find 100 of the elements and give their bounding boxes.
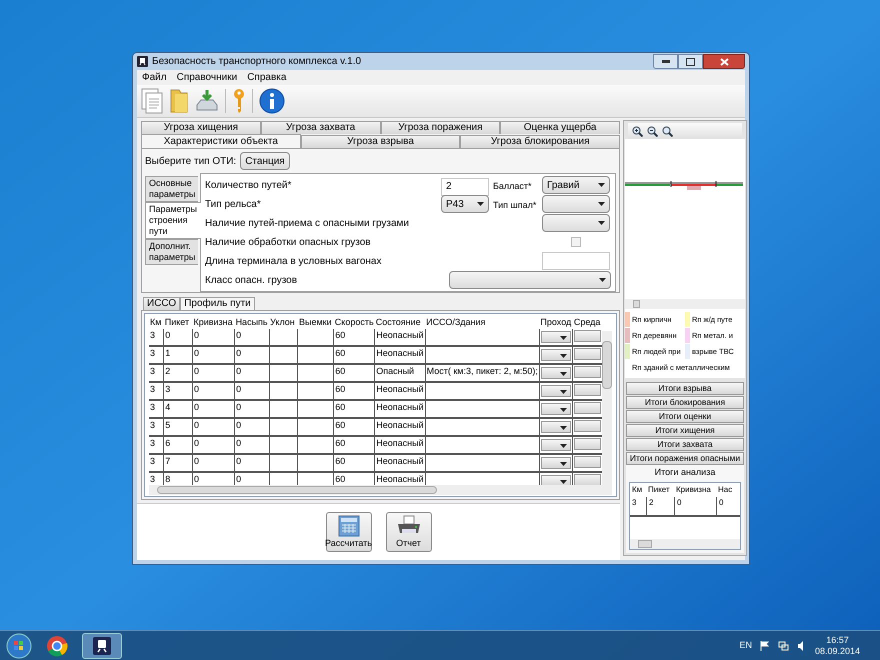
folder-icon[interactable] (169, 88, 189, 114)
table-cell: 0 (234, 400, 270, 418)
input-field[interactable] (542, 252, 610, 270)
clock-date[interactable]: 08.09.2014 (814, 646, 860, 656)
tab[interactable]: Профиль пути (180, 297, 255, 310)
zoom-out-icon[interactable] (647, 126, 658, 136)
dropdown[interactable] (540, 457, 572, 469)
cell-button[interactable] (574, 348, 602, 360)
menu-item[interactable]: Справка (247, 70, 286, 85)
language-indicator[interactable]: EN (739, 638, 752, 652)
table-cell (269, 346, 298, 364)
clock-time[interactable]: 16:57 (826, 634, 849, 646)
checkbox[interactable] (571, 237, 581, 247)
table-cell: 6 (164, 436, 192, 454)
tab[interactable]: Угроза взрыва (300, 135, 460, 148)
cell-button[interactable] (574, 474, 602, 486)
start-button[interactable] (6, 632, 32, 658)
table-cell: 60 (334, 400, 375, 418)
menu-item[interactable]: Файл (142, 70, 167, 85)
table-cell: Неопасный (374, 454, 426, 472)
tab[interactable]: Угроза хищения (141, 121, 261, 134)
table-cell (298, 346, 334, 364)
maximize-button[interactable] (678, 54, 703, 69)
table-cell: 3 (149, 329, 164, 346)
action-button[interactable]: Отчет (386, 512, 432, 552)
dropdown[interactable] (540, 385, 572, 397)
table-cell (269, 418, 298, 436)
side-tab[interactable]: Дополнит. параметры (145, 239, 198, 265)
table-cell: 0 (234, 329, 270, 346)
menu-item[interactable]: Справочники (176, 70, 238, 85)
side-tab[interactable]: Параметры строения пути (145, 202, 201, 239)
dropdown[interactable] (540, 349, 572, 361)
cell-button[interactable] (574, 330, 602, 342)
tab[interactable]: Угроза блокирования (460, 135, 620, 148)
info-icon[interactable] (259, 88, 285, 114)
network-icon[interactable] (778, 640, 789, 650)
dropdown[interactable] (540, 439, 572, 451)
table-cell (298, 364, 334, 382)
browser-icon[interactable] (46, 634, 68, 656)
table-cell: 5 (164, 418, 192, 436)
dropdown[interactable] (540, 367, 572, 379)
table-cell: Неопасный (374, 329, 426, 346)
results-button[interactable]: Итоги блокирования (626, 396, 744, 409)
cell-button[interactable] (574, 456, 602, 468)
results-button[interactable]: Итоги взрыва (626, 382, 744, 395)
cell-button[interactable] (574, 366, 602, 378)
table-cell-text: 3 (631, 497, 638, 509)
tab[interactable]: ИССО (143, 297, 180, 310)
dropdown[interactable] (540, 475, 572, 486)
tab[interactable]: Угроза захвата (260, 121, 380, 134)
minimize-icon (662, 60, 670, 63)
results-button[interactable]: Итоги поражения опасными (626, 452, 744, 465)
drive-download-icon[interactable] (195, 89, 219, 113)
field-label: Количество путей* (205, 178, 292, 192)
table-cell: 60 (334, 364, 375, 382)
tab[interactable]: Угроза поражения (380, 121, 500, 134)
taskbar-app-button[interactable] (82, 632, 122, 658)
cell-button[interactable] (574, 402, 602, 414)
horizontal-scrollbar[interactable] (630, 539, 740, 549)
action-button[interactable]: Рассчитать (326, 512, 372, 552)
horizontal-scrollbar[interactable] (149, 485, 612, 495)
cell-button[interactable] (574, 384, 602, 396)
document-icon[interactable] (141, 88, 163, 114)
vertical-scrollbar[interactable] (602, 331, 612, 486)
dropdown[interactable] (540, 331, 572, 343)
flag-icon[interactable] (760, 640, 770, 650)
cell-button[interactable] (574, 438, 602, 450)
field-label: Длина терминала в условных вагонах (205, 254, 382, 268)
column-header: Проход (539, 315, 573, 329)
field-label: Класс опасн. грузов (205, 274, 298, 288)
input-field[interactable]: 2 (441, 178, 489, 196)
window-title: Безопасность транспортного комплекса v.1.0 (152, 55, 362, 69)
column-header: Км (631, 484, 644, 496)
tab[interactable]: Оценка ущерба (500, 121, 620, 134)
results-button[interactable]: Итоги хищения (626, 424, 744, 437)
tab[interactable]: Характеристики объекта (141, 134, 301, 148)
dropdown[interactable] (540, 421, 572, 433)
table-cell: 2 (164, 364, 192, 382)
cell-button[interactable] (574, 420, 602, 432)
results-button[interactable]: Итоги оценки (626, 410, 744, 423)
table-cell (269, 382, 298, 400)
table-cell (298, 436, 334, 454)
field-label: Балласт* (493, 181, 532, 191)
close-button[interactable] (703, 54, 745, 69)
table-cell: 3 (149, 346, 164, 364)
side-tab[interactable]: Основные параметры (145, 176, 198, 202)
minimize-button[interactable] (653, 54, 678, 69)
zoom-fit-icon[interactable] (662, 126, 673, 136)
dropdown[interactable]: Станция (240, 152, 290, 170)
zoom-in-icon[interactable] (632, 126, 643, 136)
table-cell: 2 (646, 497, 674, 515)
table-cell: 60 (334, 418, 375, 436)
tab[interactable]: Итоги анализа (626, 465, 744, 480)
dropdown[interactable] (540, 403, 572, 415)
dropdown[interactable]: Гравий (542, 176, 610, 194)
results-button[interactable]: Итоги захвата (626, 438, 744, 451)
table-cell (298, 454, 334, 472)
horizontal-scrollbar[interactable] (625, 299, 745, 309)
dropdown[interactable]: Р43 (441, 195, 489, 213)
table-cell: Опасный (374, 364, 426, 382)
